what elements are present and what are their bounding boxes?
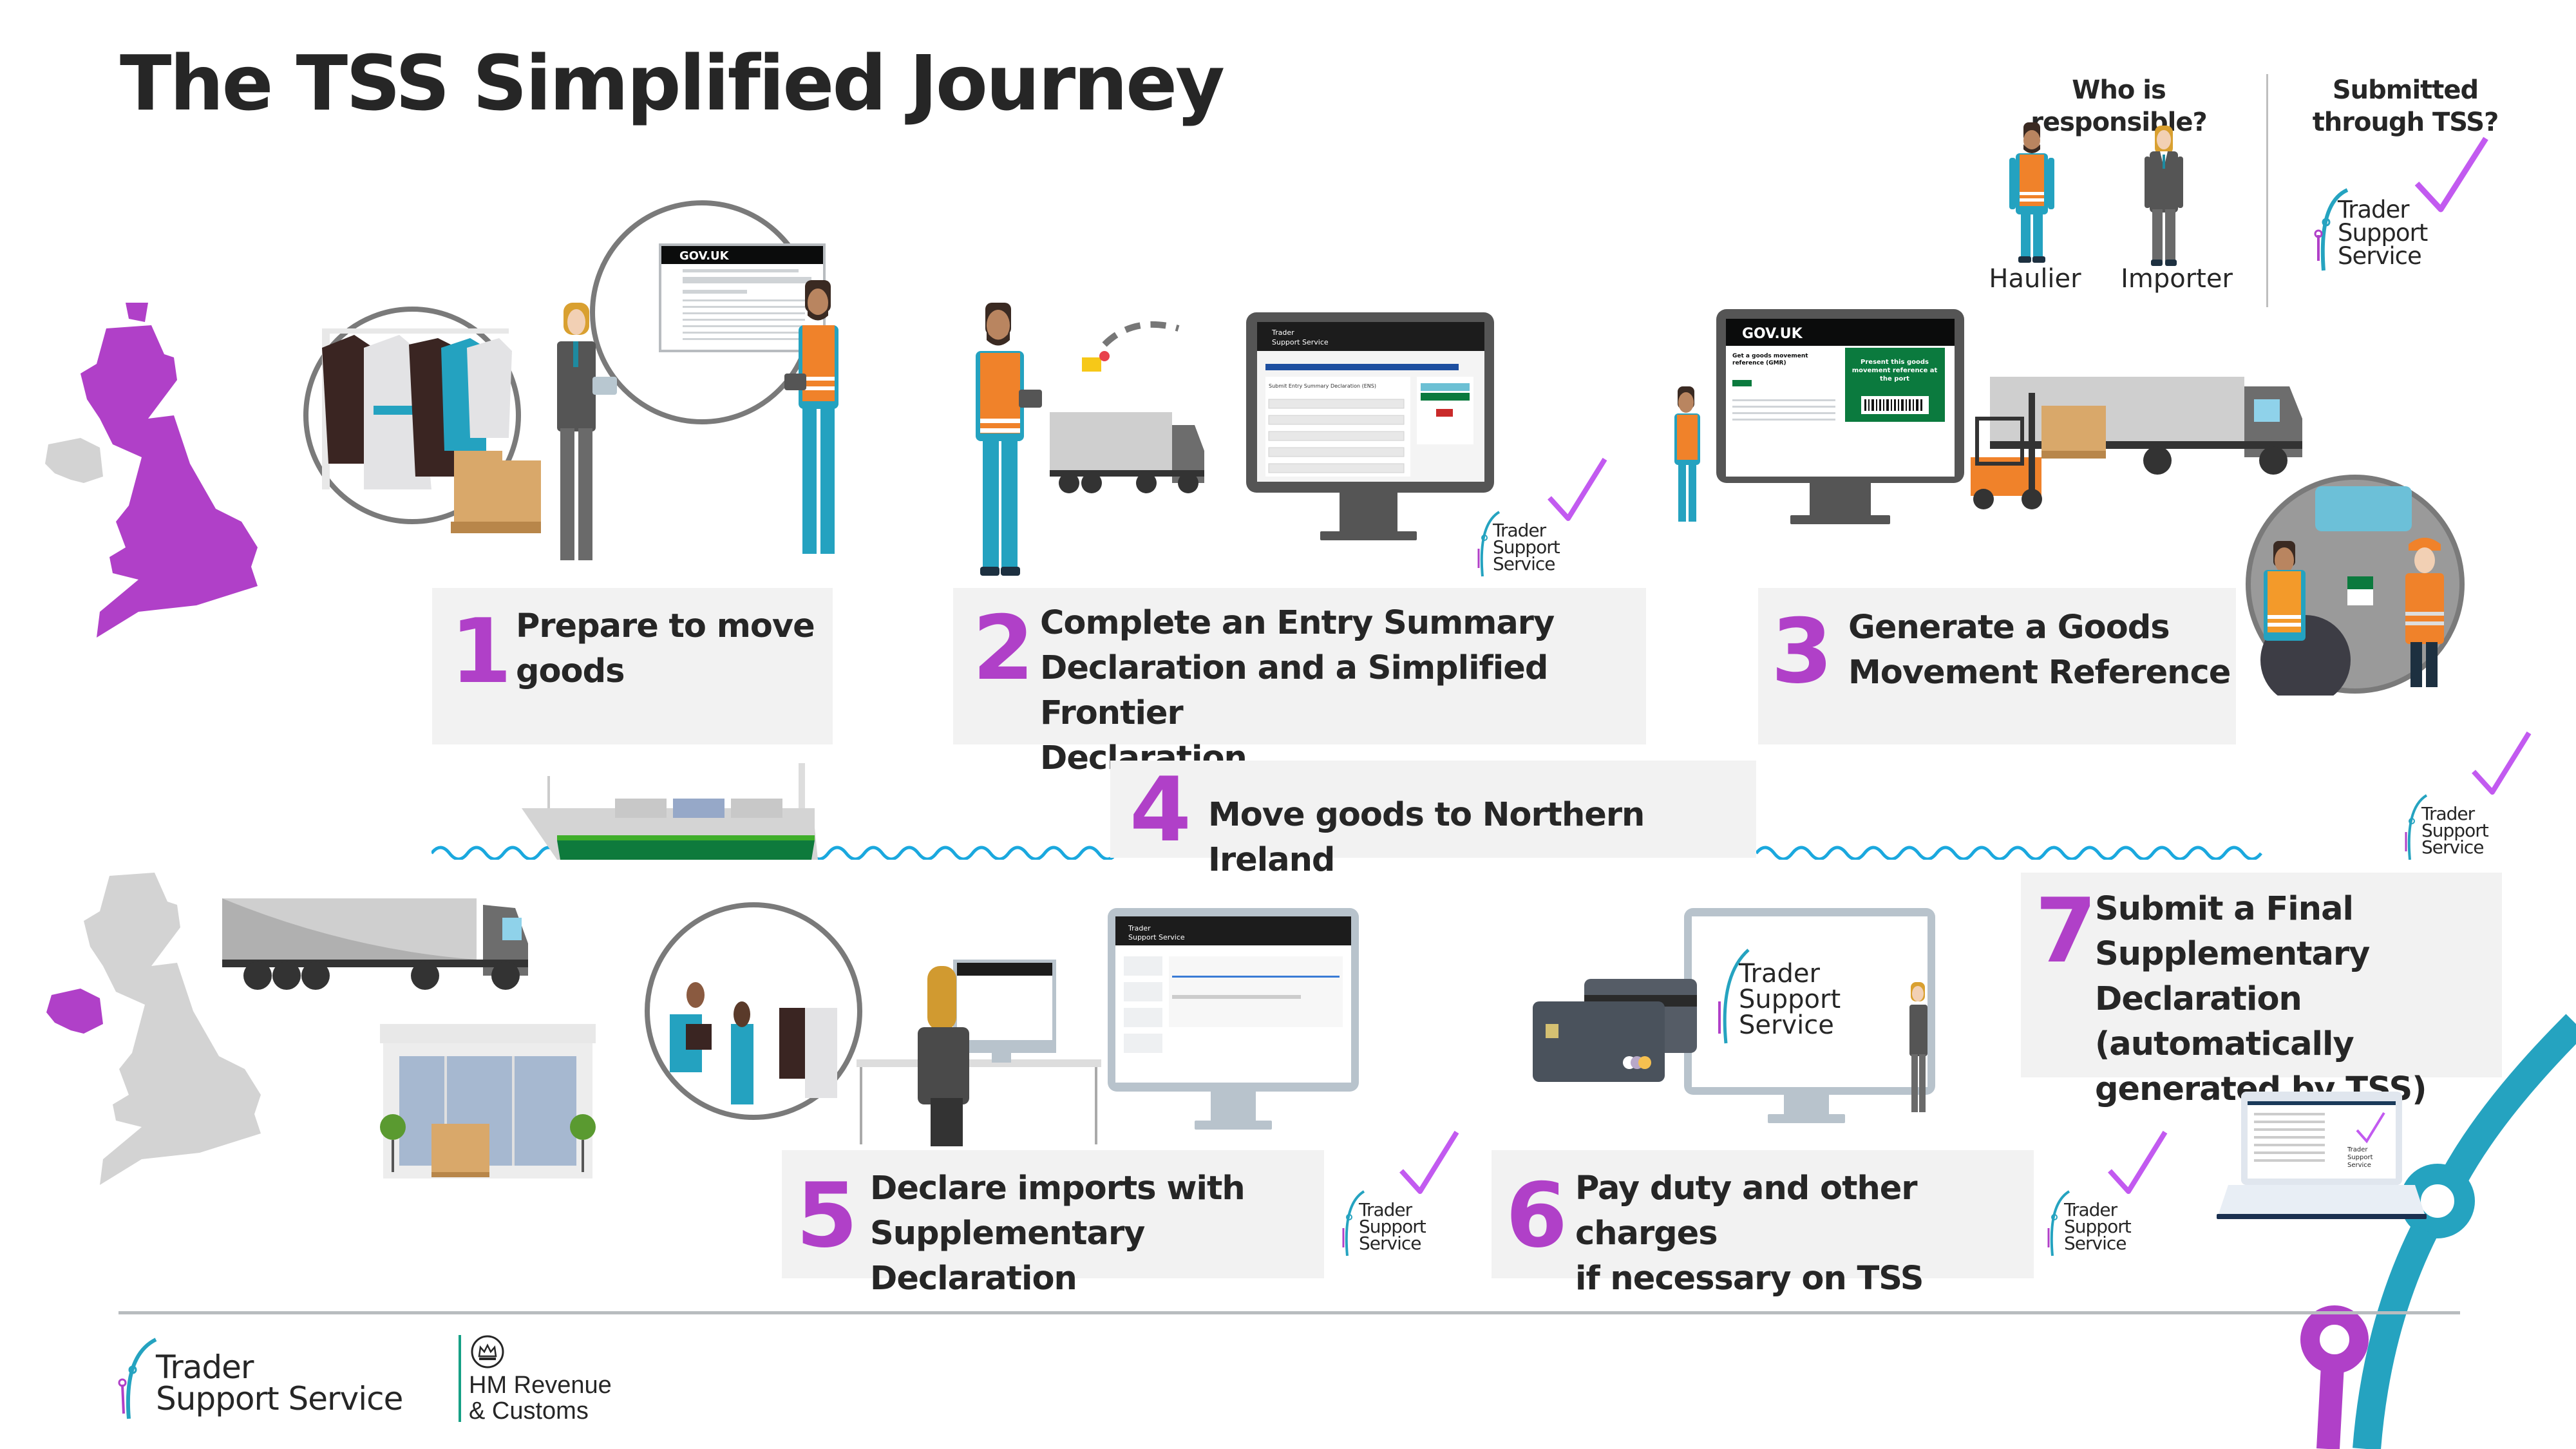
hmrc-divider — [459, 1335, 461, 1422]
checkmark-icon — [1399, 1130, 1459, 1194]
step1-illustration: GOV.UK — [303, 193, 869, 573]
step-1-line: Prepare to move — [516, 607, 815, 645]
step-7-number: 7 — [2035, 879, 2098, 983]
tss-logo-line3: Service — [2338, 242, 2422, 270]
step-5-line: Declare imports with — [870, 1170, 1245, 1208]
step-7-line: Submit a Final — [2095, 890, 2354, 928]
step-3-line: Movement Reference — [1848, 654, 2231, 692]
checkmark-icon — [2472, 731, 2532, 795]
svg-text:Trader: Trader — [1128, 924, 1151, 933]
tss-logo-line3: Service — [1493, 553, 1555, 574]
step-3-card: 3 Generate a Goods Movement Reference — [1758, 588, 2236, 744]
step-2-card: 2 Complete an Entry Summary Declaration … — [953, 588, 1646, 777]
svg-text:reference (GMR): reference (GMR) — [1732, 360, 1786, 366]
svg-text:Submit Entry Summary Declarati: Submit Entry Summary Declaration (ENS) — [1269, 383, 1376, 389]
step-5-card: 5 Declare imports with Supplementary Dec… — [782, 1150, 1324, 1298]
clothing-rack-circle-icon: GOV.UK — [303, 200, 838, 560]
svg-text:GOV.UK: GOV.UK — [1742, 326, 1803, 342]
step-6-number: 6 — [1506, 1164, 1568, 1267]
svg-text:movement reference at: movement reference at — [1852, 367, 1938, 374]
tss-arc-icon — [118, 1338, 157, 1419]
step-2-text: Complete an Entry Summary Declaration an… — [1040, 601, 1646, 781]
checkmark-icon — [2414, 137, 2488, 213]
uk-map-gb-highlight-icon — [45, 303, 258, 638]
step-2-number: 2 — [972, 596, 1035, 700]
svg-text:GOV.UK: GOV.UK — [679, 249, 730, 263]
step-5-line: Supplementary Declaration — [870, 1215, 1145, 1298]
tss-logo-line1: Trader — [2338, 196, 2410, 223]
footer-tss-line2: Support Service — [156, 1380, 403, 1417]
step-1-number: 1 — [450, 600, 513, 703]
step-5-text: Declare imports with Supplementary Decla… — [870, 1166, 1324, 1302]
footer-tss-logo: Trader Support Service — [116, 1336, 406, 1420]
step-3-number: 3 — [1771, 600, 1833, 703]
svg-text:the port: the port — [1880, 375, 1909, 383]
step-7-line: Supplementary — [2095, 935, 2370, 973]
step-4-number: 4 — [1130, 758, 1192, 862]
step-4-text: Move goods to Northern Ireland — [1208, 793, 1756, 883]
step-6-card: 6 Pay duty and other charges if necessar… — [1492, 1150, 2034, 1298]
step5-illustration: Trader Support Service — [644, 898, 1359, 1146]
svg-text:Get a goods movement: Get a goods movement — [1732, 353, 1808, 359]
tss-logo-line3: Service — [2064, 1233, 2126, 1254]
step-3-line: Generate a Goods — [1848, 609, 2170, 647]
step-4-card: 4 Move goods to Northern Ireland — [1110, 758, 1756, 879]
shopfront-icon — [380, 1024, 596, 1179]
step3-illustration: GOV.UK Get a goods movement reference (G… — [1668, 303, 2312, 535]
svg-text:Trader: Trader — [2347, 1146, 2368, 1153]
tss-logo-line3: Service — [2421, 837, 2484, 858]
step-6-line: Pay duty and other charges — [1575, 1170, 1918, 1253]
footer-divider — [118, 1311, 2460, 1314]
checkmark-icon — [1548, 457, 1607, 521]
monitor-tss-header: Trader — [1271, 328, 1294, 337]
laptop-icon: Trader Support Service — [2217, 1092, 2427, 1219]
step6-illustration: Trader Support Service — [1526, 905, 1964, 1124]
tss-logo-line3: Service — [1359, 1233, 1421, 1254]
svg-text:Present this goods: Present this goods — [1861, 359, 1929, 366]
page-title: The TSS Simplified Journey — [120, 39, 1225, 128]
tss-logo-line2: Support — [2338, 219, 2428, 247]
step-3-text: Generate a Goods Movement Reference — [1848, 605, 2231, 696]
lorry-icon — [222, 898, 528, 990]
step-1-text: Prepare to move goods — [516, 604, 815, 694]
crown-icon — [471, 1335, 504, 1368]
step-4-line: Move goods to Northern Ireland — [1208, 796, 1645, 879]
step-6-line: if necessary on TSS — [1575, 1260, 1924, 1298]
step-2-line: Complete an Entry Summary — [1040, 604, 1555, 642]
hmrc-line2: & Customs — [469, 1397, 589, 1425]
step-1-card: 1 Prepare to move goods — [432, 588, 833, 744]
importer-figure-icon — [2145, 126, 2183, 266]
step-6-text: Pay duty and other charges if necessary … — [1575, 1166, 2034, 1302]
svg-text:Service: Service — [1739, 1010, 1834, 1040]
step-5-number: 5 — [796, 1164, 858, 1267]
gmr-monitor-scene-icon: GOV.UK Get a goods movement reference (G… — [1674, 309, 2302, 524]
checkmark-icon — [2108, 1130, 2168, 1194]
haulier-figure-icon — [2009, 122, 2054, 263]
legend-role-haulier: Haulier — [1989, 264, 2081, 294]
legend-role-importer: Importer — [2121, 264, 2233, 294]
step-5-tss-logo: Trader Support Service — [1340, 1188, 1443, 1259]
step-4-tss-logo: Trader Support Service — [2402, 792, 2505, 863]
step-6-tss-logo: Trader Support Service — [2045, 1188, 2148, 1259]
sea-waves-right — [1756, 846, 2262, 860]
step-1-line: goods — [516, 652, 625, 690]
legend-submitted-heading: Submitted through TSS? — [2312, 75, 2499, 137]
payment-scene-icon: Trader Support Service — [1533, 908, 1935, 1123]
legend-divider — [2266, 74, 2268, 307]
svg-text:Support Service: Support Service — [1128, 933, 1185, 942]
svg-text:Support: Support — [2347, 1154, 2373, 1161]
svg-text:Service: Service — [2347, 1162, 2371, 1169]
cargo-ship-icon — [522, 763, 818, 860]
drivers-at-truck-circle-icon — [2246, 475, 2465, 696]
supplementary-declaration-scene-icon: Trader Support Service — [645, 902, 1359, 1146]
hmrc-line1: HM Revenue — [469, 1372, 612, 1399]
footer-tss-line1: Trader — [156, 1349, 254, 1386]
tss-brand-arc-decoration-icon — [2300, 1014, 2576, 1449]
step-2-line: Declaration and a Simplified Frontier — [1040, 649, 1548, 732]
svg-text:Support Service: Support Service — [1272, 338, 1329, 346]
